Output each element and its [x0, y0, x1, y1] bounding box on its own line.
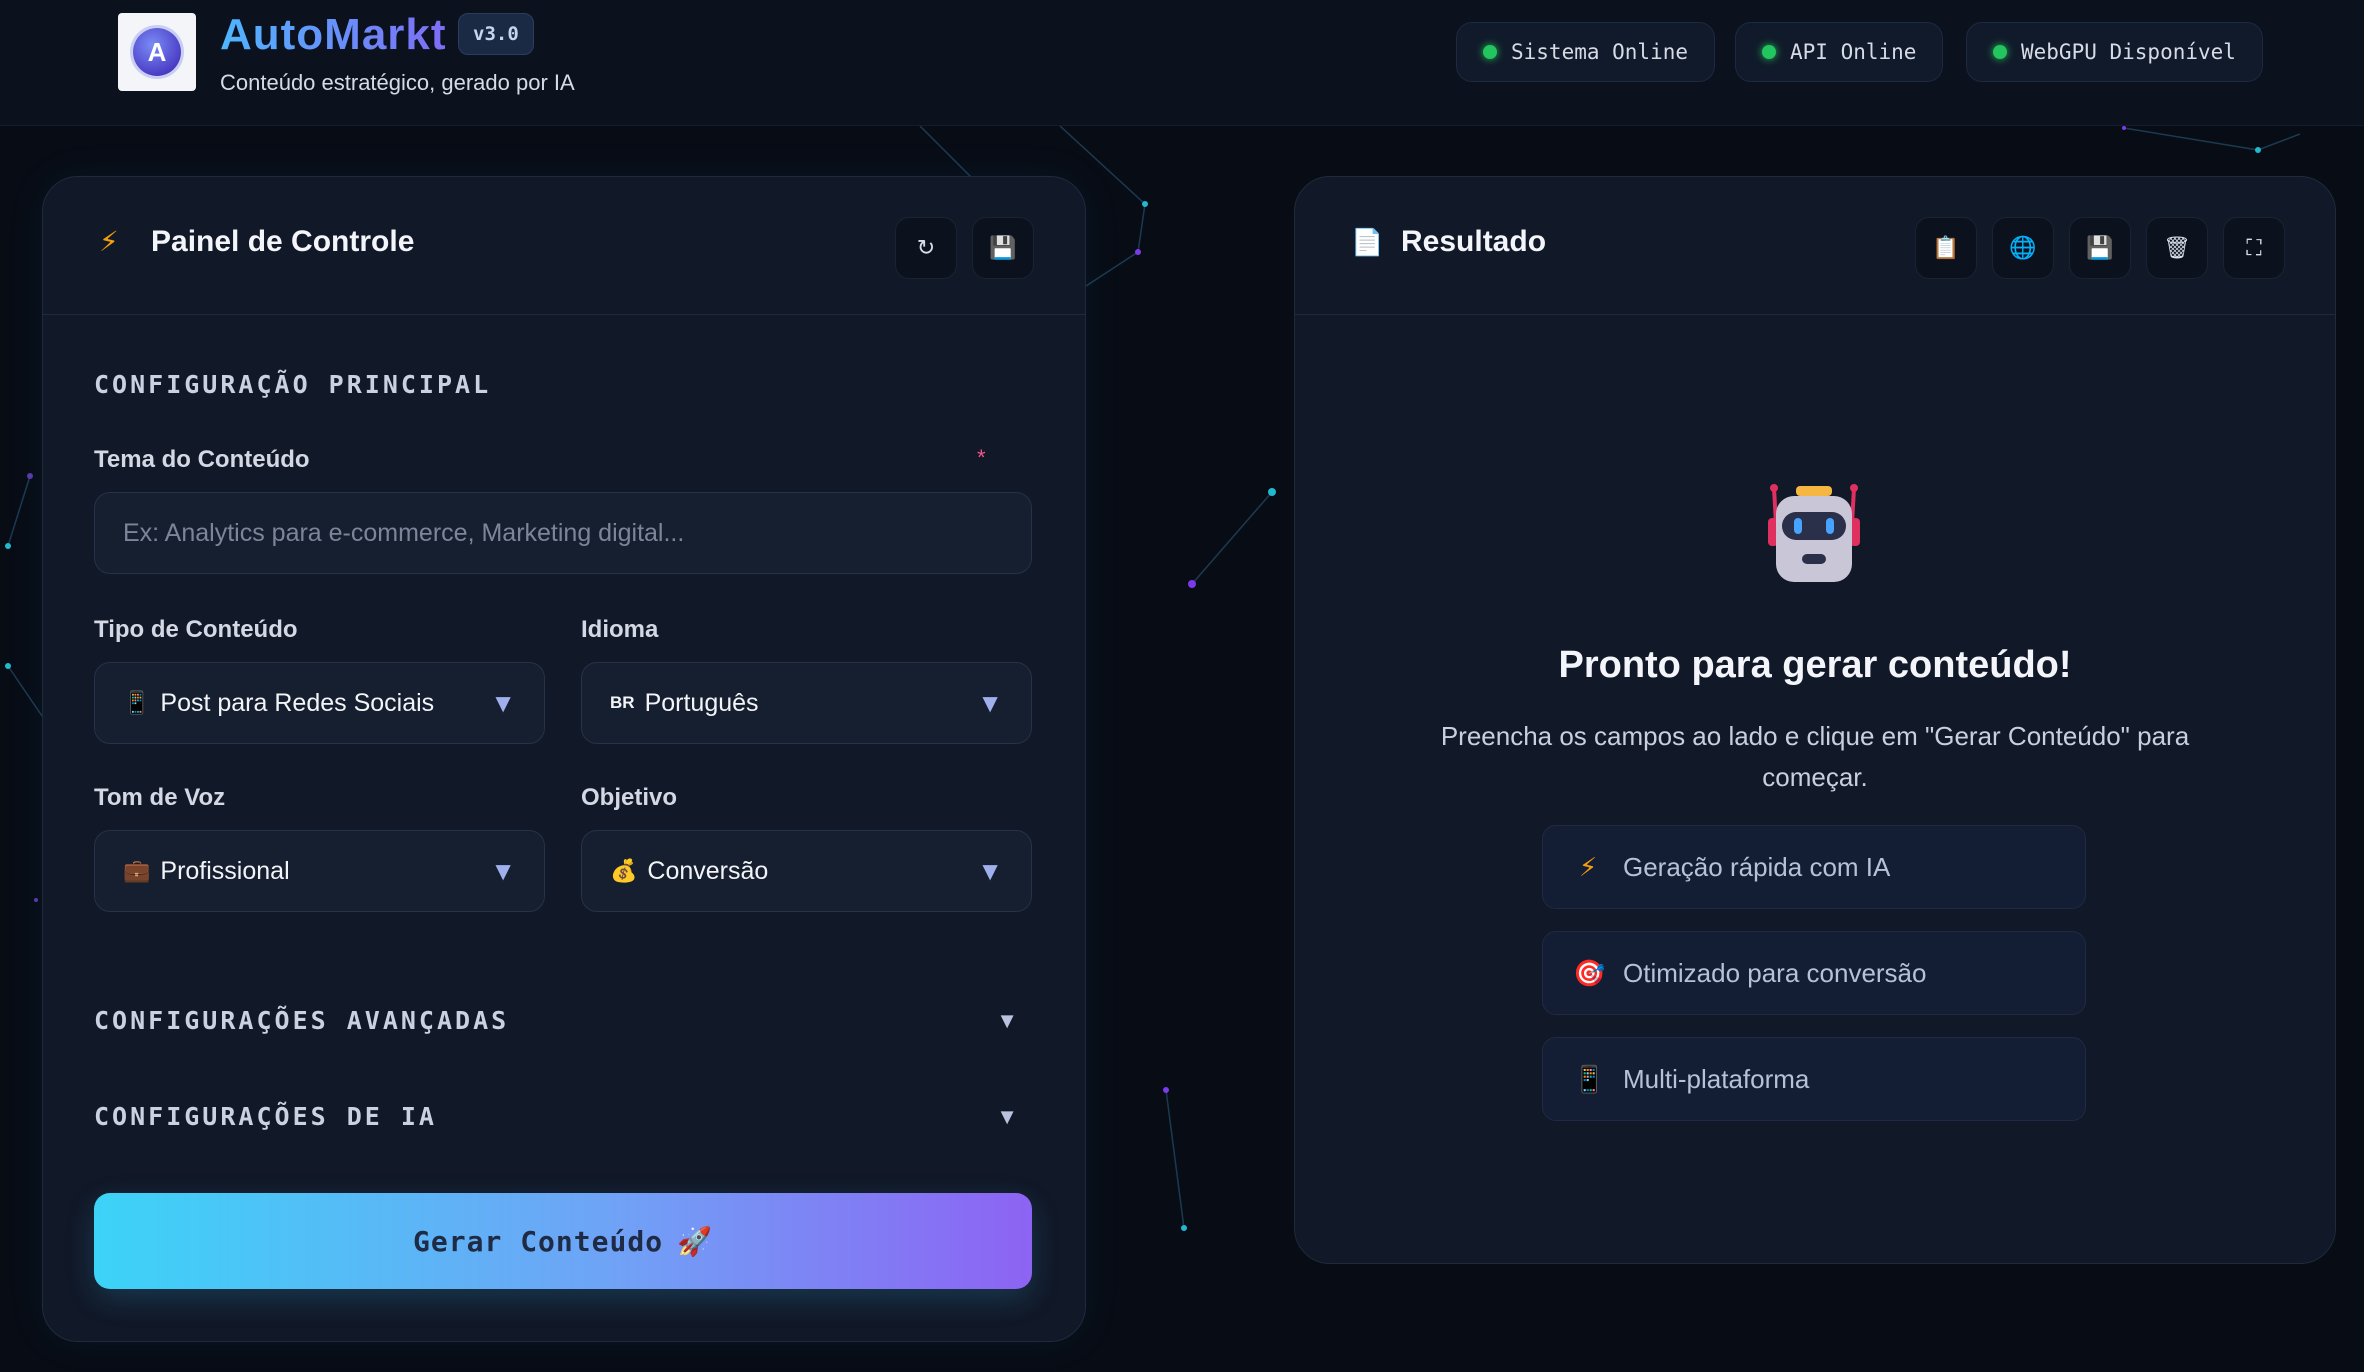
required-marker: * — [977, 445, 986, 470]
tone-value: Profissional — [160, 856, 290, 885]
bolt-icon: ⚡ — [1578, 851, 1598, 882]
caret-down-icon: ▼ — [977, 687, 1003, 718]
goal-label: Objetivo — [581, 784, 678, 811]
trash-icon: 🗑 — [2163, 235, 2191, 260]
language-label: Idioma — [581, 616, 659, 643]
theme-placeholder: Ex: Analytics para e-commerce, Marketing… — [123, 518, 685, 547]
target-icon: 🎯 — [1573, 957, 1606, 988]
brand-subtitle: Conteúdo estratégico, gerado por IA — [220, 70, 575, 95]
ready-title: Pronto para gerar conteúdo! — [1558, 644, 2072, 686]
document-icon: 📄 — [1351, 227, 1384, 257]
bolt-icon: ⚡ — [99, 226, 119, 257]
feature-label: Otimizado para conversão — [1623, 957, 1927, 988]
logo-a-icon: A — [133, 28, 181, 76]
online-dot-icon — [1483, 45, 1497, 59]
phone-icon: 📱 — [123, 690, 151, 715]
goal-value: Conversão — [647, 856, 769, 885]
phone-icon: 📱 — [1573, 1063, 1606, 1094]
section-main-config: CONFIGURAÇÃO PRINCIPAL — [94, 370, 492, 399]
theme-label: Tema do Conteúdo — [94, 446, 310, 473]
refresh-icon: ↻ — [916, 235, 936, 260]
caret-down-icon: ▼ — [977, 855, 1003, 886]
reset-button[interactable]: ↻ — [895, 217, 957, 279]
save-result-button[interactable]: 💾 — [2069, 217, 2131, 279]
theme-input[interactable]: Ex: Analytics para e-commerce, Marketing… — [94, 492, 1032, 574]
status-sistema: Sistema Online — [1456, 22, 1716, 82]
feature-label: Geração rápida com IA — [1623, 851, 1891, 882]
online-dot-icon — [1993, 45, 2007, 59]
brand-title: AutoMarkt — [220, 10, 447, 59]
result-panel-header: 📄 Resultado 📋 🌐 💾 🗑 ⛶ — [1295, 177, 2335, 315]
feature-label: Multi-plataforma — [1623, 1063, 1810, 1094]
caret-down-icon: ▼ — [490, 687, 516, 718]
ready-description: Preencha os campos ao lado e clique em "… — [1440, 721, 2190, 792]
ai-settings-toggle[interactable]: CONFIGURAÇÕES DE IA ▼ — [94, 1096, 1032, 1140]
chevron-down-icon: ▼ — [996, 1104, 1018, 1129]
generate-label: Gerar Conteúdo — [413, 1224, 664, 1258]
tone-select[interactable]: 💼 Profissional ▼ — [94, 830, 545, 912]
save-icon: 💾 — [2086, 235, 2114, 260]
ai-settings-label: CONFIGURAÇÕES DE IA — [94, 1102, 437, 1131]
status-label: Sistema Online — [1511, 40, 1689, 64]
status-label: API Online — [1790, 40, 1917, 64]
status-api: API Online — [1735, 22, 1944, 82]
status-webgpu: WebGPU Disponível — [1966, 22, 2263, 82]
generate-content-button[interactable]: Gerar Conteúdo 🚀 — [94, 1193, 1032, 1289]
online-dot-icon — [1762, 45, 1776, 59]
type-label: Tipo de Conteúdo — [94, 616, 298, 643]
version-badge: v3.0 — [458, 13, 534, 55]
result-panel-title: Resultado — [1401, 225, 1547, 258]
goal-select[interactable]: 💰 Conversão ▼ — [581, 830, 1032, 912]
control-panel-title: Painel de Controle — [151, 225, 415, 258]
caret-down-icon: ▼ — [490, 855, 516, 886]
status-label: WebGPU Disponível — [2021, 40, 2236, 64]
feature-conversion: 🎯 Otimizado para conversão — [1542, 931, 2086, 1015]
money-bag-icon: 💰 — [610, 858, 638, 883]
control-panel: ⚡ Painel de Controle ↻ 💾 — [42, 176, 1086, 1342]
advanced-settings-toggle[interactable]: CONFIGURAÇÕES AVANÇADAS ▼ — [94, 1000, 1032, 1044]
copy-button[interactable]: 📋 — [1915, 217, 1977, 279]
chevron-down-icon: ▼ — [996, 1008, 1018, 1033]
briefcase-icon: 💼 — [123, 858, 151, 883]
save-config-button[interactable]: 💾 — [972, 217, 1034, 279]
globe-icon: 🌐 — [2009, 235, 2037, 260]
save-icon: 💾 — [989, 235, 1017, 260]
translate-button[interactable]: 🌐 — [1992, 217, 2054, 279]
fullscreen-icon: ⛶ — [2246, 235, 2262, 260]
app-logo[interactable]: A — [118, 13, 196, 91]
robot-icon — [1768, 484, 1860, 582]
rocket-icon: 🚀 — [677, 1224, 713, 1258]
tone-label: Tom de Voz — [94, 784, 226, 811]
advanced-settings-label: CONFIGURAÇÕES AVANÇADAS — [94, 1006, 510, 1035]
language-select[interactable]: BR Português ▼ — [581, 662, 1032, 744]
flag-br-icon: BR — [610, 693, 635, 712]
control-panel-header: ⚡ Painel de Controle ↻ 💾 — [43, 177, 1085, 315]
content-type-select[interactable]: 📱 Post para Redes Sociais ▼ — [94, 662, 545, 744]
language-value: Português — [644, 688, 759, 717]
clear-button[interactable]: 🗑 — [2146, 217, 2208, 279]
content-type-value: Post para Redes Sociais — [160, 688, 435, 717]
feature-fast-generation: ⚡ Geração rápida com IA — [1542, 825, 2086, 909]
app-header: A AutoMarkt v3.0 Conteúdo estratégico, g… — [0, 0, 2364, 126]
feature-multiplatform: 📱 Multi-plataforma — [1542, 1037, 2086, 1121]
clipboard-icon: 📋 — [1932, 235, 1960, 260]
fullscreen-button[interactable]: ⛶ — [2223, 217, 2285, 279]
